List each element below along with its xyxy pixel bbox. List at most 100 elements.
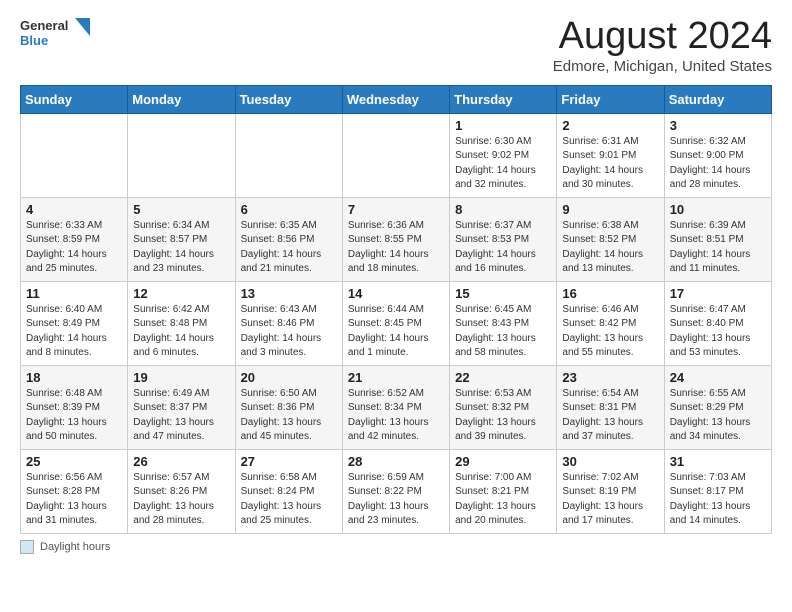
day-info: Sunrise: 6:32 AMSunset: 9:00 PMDaylight:… xyxy=(670,135,766,193)
calendar-cell: 23 Sunrise: 6:54 AMSunset: 8:31 PMDayligh… xyxy=(557,365,664,449)
day-info: Sunrise: 6:34 AMSunset: 8:57 PMDaylight:… xyxy=(133,219,229,277)
calendar-cell: 31Sunrise: 7:03 AMSunset: 8:17 PMDayligh… xyxy=(664,449,771,533)
day-info: Sunrise: 7:00 AMSunset: 8:21 PMDaylight:… xyxy=(455,471,551,529)
calendar-cell xyxy=(128,113,235,197)
day-number: 7 xyxy=(348,202,444,217)
day-info: Sunrise: 6:40 AMSunset: 8:49 PMDaylight:… xyxy=(26,303,122,361)
daylight-label: Daylight hours xyxy=(40,541,110,553)
calendar-day-header: Thursday xyxy=(450,85,557,113)
day-info: Sunrise: 6:47 AMSunset: 8:40 PMDaylight:… xyxy=(670,303,766,361)
calendar-day-header: Saturday xyxy=(664,85,771,113)
calendar-cell: 25 Sunrise: 6:56 AMSunset: 8:28 PMDayligh… xyxy=(21,449,128,533)
day-info: Sunrise: 6:57 AMSunset: 8:26 PMDaylight:… xyxy=(133,471,229,529)
calendar-cell xyxy=(235,113,342,197)
calendar-table: SundayMondayTuesdayWednesdayThursdayFrid… xyxy=(20,85,772,534)
calendar-week-row: 11 Sunrise: 6:40 AMSunset: 8:49 PMDayligh… xyxy=(21,281,772,365)
day-info: Sunrise: 6:45 AMSunset: 8:43 PMDaylight:… xyxy=(455,303,551,361)
day-number: 6 xyxy=(241,202,337,217)
calendar-cell: 24 Sunrise: 6:55 AMSunset: 8:29 PMDayligh… xyxy=(664,365,771,449)
day-number: 27 xyxy=(241,454,337,469)
calendar-week-row: 1 Sunrise: 6:30 AMSunset: 9:02 PMDaylight… xyxy=(21,113,772,197)
main-title: August 2024 xyxy=(553,16,772,58)
day-info: Sunrise: 6:39 AMSunset: 8:51 PMDaylight:… xyxy=(670,219,766,277)
calendar-day-header: Tuesday xyxy=(235,85,342,113)
svg-text:Blue: Blue xyxy=(20,33,48,48)
day-number: 16 xyxy=(562,286,658,301)
day-number: 17 xyxy=(670,286,766,301)
day-info: Sunrise: 6:58 AMSunset: 8:24 PMDaylight:… xyxy=(241,471,337,529)
calendar-week-row: 25 Sunrise: 6:56 AMSunset: 8:28 PMDayligh… xyxy=(21,449,772,533)
day-number: 15 xyxy=(455,286,551,301)
day-number: 31 xyxy=(670,454,766,469)
day-info: Sunrise: 6:55 AMSunset: 8:29 PMDaylight:… xyxy=(670,387,766,445)
calendar-cell: 4Sunrise: 6:33 AMSunset: 8:59 PMDaylight… xyxy=(21,197,128,281)
logo-svg: General Blue xyxy=(20,16,90,52)
day-info: Sunrise: 6:54 AMSunset: 8:31 PMDaylight:… xyxy=(562,387,658,445)
page: General Blue August 2024 Edmore, Michiga… xyxy=(0,0,792,566)
day-number: 25 xyxy=(26,454,122,469)
day-info: Sunrise: 7:02 AMSunset: 8:19 PMDaylight:… xyxy=(562,471,658,529)
subtitle: Edmore, Michigan, United States xyxy=(553,58,772,75)
day-info: Sunrise: 6:43 AMSunset: 8:46 PMDaylight:… xyxy=(241,303,337,361)
calendar-cell xyxy=(21,113,128,197)
day-info: Sunrise: 6:33 AMSunset: 8:59 PMDaylight:… xyxy=(26,219,122,277)
calendar-cell: 26 Sunrise: 6:57 AMSunset: 8:26 PMDayligh… xyxy=(128,449,235,533)
day-info: Sunrise: 6:49 AMSunset: 8:37 PMDaylight:… xyxy=(133,387,229,445)
day-number: 29 xyxy=(455,454,551,469)
footer-note: Daylight hours xyxy=(20,540,772,554)
calendar-cell: 2 Sunrise: 6:31 AMSunset: 9:01 PMDaylight… xyxy=(557,113,664,197)
day-number: 19 xyxy=(133,370,229,385)
day-number: 21 xyxy=(348,370,444,385)
calendar-cell: 1 Sunrise: 6:30 AMSunset: 9:02 PMDaylight… xyxy=(450,113,557,197)
day-number: 5 xyxy=(133,202,229,217)
svg-text:General: General xyxy=(20,18,68,33)
calendar-cell: 19 Sunrise: 6:49 AMSunset: 8:37 PMDayligh… xyxy=(128,365,235,449)
calendar-cell: 15 Sunrise: 6:45 AMSunset: 8:43 PMDayligh… xyxy=(450,281,557,365)
calendar-cell: 13 Sunrise: 6:43 AMSunset: 8:46 PMDayligh… xyxy=(235,281,342,365)
title-block: August 2024 Edmore, Michigan, United Sta… xyxy=(553,16,772,75)
calendar-cell: 30 Sunrise: 7:02 AMSunset: 8:19 PMDayligh… xyxy=(557,449,664,533)
calendar-day-header: Monday xyxy=(128,85,235,113)
day-number: 13 xyxy=(241,286,337,301)
day-number: 23 xyxy=(562,370,658,385)
day-info: Sunrise: 6:37 AMSunset: 8:53 PMDaylight:… xyxy=(455,219,551,277)
day-info: Sunrise: 6:31 AMSunset: 9:01 PMDaylight:… xyxy=(562,135,658,193)
calendar-cell: 8 Sunrise: 6:37 AMSunset: 8:53 PMDaylight… xyxy=(450,197,557,281)
calendar-day-header: Friday xyxy=(557,85,664,113)
day-number: 30 xyxy=(562,454,658,469)
day-number: 8 xyxy=(455,202,551,217)
day-number: 26 xyxy=(133,454,229,469)
day-info: Sunrise: 6:53 AMSunset: 8:32 PMDaylight:… xyxy=(455,387,551,445)
day-number: 1 xyxy=(455,118,551,133)
calendar-header-row: SundayMondayTuesdayWednesdayThursdayFrid… xyxy=(21,85,772,113)
calendar-cell: 10Sunrise: 6:39 AMSunset: 8:51 PMDayligh… xyxy=(664,197,771,281)
day-info: Sunrise: 6:36 AMSunset: 8:55 PMDaylight:… xyxy=(348,219,444,277)
calendar-cell: 7 Sunrise: 6:36 AMSunset: 8:55 PMDaylight… xyxy=(342,197,449,281)
calendar-cell: 20Sunrise: 6:50 AMSunset: 8:36 PMDayligh… xyxy=(235,365,342,449)
day-number: 11 xyxy=(26,286,122,301)
day-info: Sunrise: 6:42 AMSunset: 8:48 PMDaylight:… xyxy=(133,303,229,361)
calendar-cell xyxy=(342,113,449,197)
day-info: Sunrise: 6:52 AMSunset: 8:34 PMDaylight:… xyxy=(348,387,444,445)
day-number: 9 xyxy=(562,202,658,217)
logo: General Blue xyxy=(20,16,90,52)
day-info: Sunrise: 6:56 AMSunset: 8:28 PMDaylight:… xyxy=(26,471,122,529)
calendar-cell: 16Sunrise: 6:46 AMSunset: 8:42 PMDayligh… xyxy=(557,281,664,365)
day-number: 12 xyxy=(133,286,229,301)
day-number: 2 xyxy=(562,118,658,133)
day-info: Sunrise: 6:30 AMSunset: 9:02 PMDaylight:… xyxy=(455,135,551,193)
day-info: Sunrise: 6:48 AMSunset: 8:39 PMDaylight:… xyxy=(26,387,122,445)
calendar-cell: 9 Sunrise: 6:38 AMSunset: 8:52 PMDaylight… xyxy=(557,197,664,281)
day-number: 24 xyxy=(670,370,766,385)
day-number: 22 xyxy=(455,370,551,385)
calendar-cell: 14Sunrise: 6:44 AMSunset: 8:45 PMDayligh… xyxy=(342,281,449,365)
calendar-day-header: Sunday xyxy=(21,85,128,113)
calendar-cell: 22 Sunrise: 6:53 AMSunset: 8:32 PMDayligh… xyxy=(450,365,557,449)
day-number: 18 xyxy=(26,370,122,385)
day-info: Sunrise: 6:59 AMSunset: 8:22 PMDaylight:… xyxy=(348,471,444,529)
day-info: Sunrise: 6:38 AMSunset: 8:52 PMDaylight:… xyxy=(562,219,658,277)
calendar-cell: 3 Sunrise: 6:32 AMSunset: 9:00 PMDaylight… xyxy=(664,113,771,197)
day-number: 20 xyxy=(241,370,337,385)
day-number: 3 xyxy=(670,118,766,133)
calendar-cell: 17 Sunrise: 6:47 AMSunset: 8:40 PMDayligh… xyxy=(664,281,771,365)
